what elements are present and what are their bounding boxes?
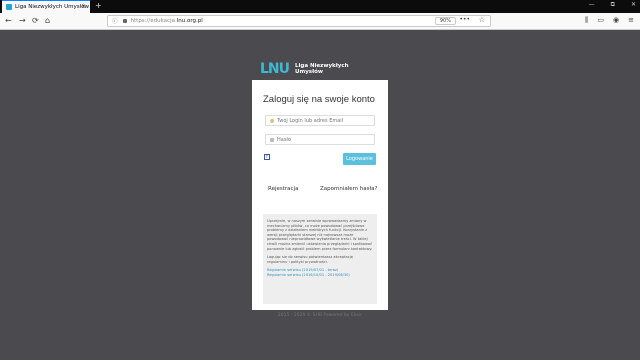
info-icon[interactable]: ⓘ: [112, 17, 118, 25]
restore-icon[interactable]: ⧉: [611, 1, 615, 9]
close-window-icon[interactable]: ✕: [631, 1, 636, 9]
favicon-icon: [6, 4, 12, 10]
terms-link-previous[interactable]: Regulamin serwisu (2016/10/01 - 2019/06/…: [267, 273, 373, 278]
login-button[interactable]: Logowanie: [343, 153, 376, 165]
consent-paragraph: Logując się do serwisu potwierdzasz akce…: [267, 255, 353, 264]
page-actions-icon[interactable]: •••: [459, 16, 470, 23]
bookmark-star-icon[interactable]: ☆: [479, 16, 485, 24]
lock-icon: [122, 19, 127, 23]
toolbar-icons: ⫼ ▭ ◉ ≡: [585, 16, 634, 25]
login-title: Zaloguj się na swoje konto: [263, 94, 375, 105]
facebook-icon[interactable]: f: [264, 154, 270, 160]
site-logo[interactable]: LNU Liga Niezwykłych Umysłów: [260, 61, 349, 77]
new-tab-button[interactable]: +: [95, 1, 102, 10]
url-domain: lnu.org.pl: [176, 18, 203, 24]
notice-paragraph: Uprzejmie, w naszym serwisie wprowadzamy…: [267, 219, 373, 251]
browser-toolbar: ← → ⟳ ⌂ ⓘ https://edukacja.lnu.org.pl 90…: [0, 13, 640, 30]
forgot-password-link[interactable]: Zapomniałem hasła?: [320, 186, 377, 192]
zoom-indicator[interactable]: 90%: [434, 17, 456, 25]
logo-line2: Umysłów: [295, 69, 323, 75]
user-icon: [270, 118, 274, 123]
tab-title: Liga Niezwykłych Umysłów: [15, 4, 90, 10]
info-notice: Uprzejmie, w naszym serwisie wprowadzamy…: [263, 214, 377, 304]
back-icon[interactable]: ←: [5, 16, 12, 25]
page-footer: 2015 - 2020 © SHB Powered by Elixir: [277, 313, 363, 318]
browser-tab[interactable]: Liga Niezwykłych Umysłów ×: [2, 0, 90, 13]
lock-icon: [270, 137, 274, 142]
logo-mark: LNU: [260, 61, 290, 77]
password-input[interactable]: [277, 136, 367, 143]
sidebar-icon[interactable]: ▭: [597, 16, 604, 25]
tab-bar: Liga Niezwykłych Umysłów × + — ⧉ ✕: [0, 0, 640, 13]
password-field[interactable]: [265, 134, 375, 145]
close-tab-icon[interactable]: ×: [81, 3, 86, 10]
forward-icon[interactable]: →: [19, 16, 26, 25]
register-link[interactable]: Rejestracja: [268, 186, 298, 192]
reload-icon[interactable]: ⟳: [32, 16, 39, 25]
url-prefix: https://edukacja.: [130, 18, 177, 24]
login-card: Zaloguj się na swoje konto f Logowanie R…: [252, 80, 388, 310]
window-controls: — ⧉ ✕: [589, 1, 636, 9]
login-field[interactable]: [265, 115, 375, 126]
account-icon[interactable]: ◉: [613, 16, 619, 25]
login-input[interactable]: [277, 117, 367, 124]
minimize-icon[interactable]: —: [589, 1, 595, 9]
home-icon[interactable]: ⌂: [45, 16, 50, 25]
address-bar[interactable]: ⓘ https://edukacja.lnu.org.pl 90% ••• ☆: [107, 15, 491, 27]
logo-text: Liga Niezwykłych Umysłów: [295, 63, 349, 75]
library-icon[interactable]: ⫼: [585, 16, 588, 25]
menu-icon[interactable]: ≡: [628, 16, 634, 25]
url-text[interactable]: https://edukacja.lnu.org.pl: [131, 18, 203, 24]
